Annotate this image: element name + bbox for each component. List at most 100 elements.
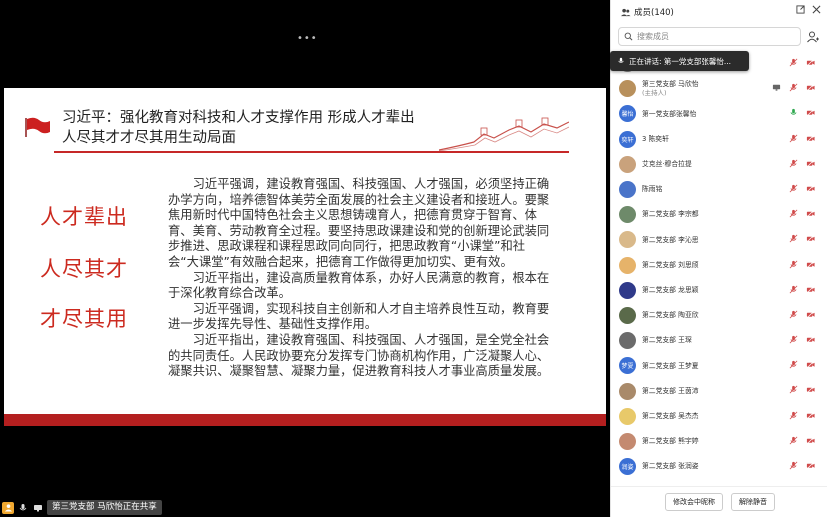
member-status-icons <box>789 234 815 243</box>
avatar: 润姿 <box>619 458 636 476</box>
avatar: 奕轩 <box>619 130 636 148</box>
camera-off-icon[interactable] <box>806 285 815 294</box>
camera-off-icon[interactable] <box>806 184 815 193</box>
member-status-icons <box>789 360 815 369</box>
microphone-icon[interactable] <box>789 310 798 319</box>
member-name: 第二党支部 刘思颀 <box>642 260 699 269</box>
screen-share-icon[interactable] <box>32 502 44 514</box>
panel-footer: 修改会中昵称 解除静音 <box>611 486 827 517</box>
member-row[interactable]: 第二党支部 王茵沛 <box>611 378 827 403</box>
member-name-block: 第二党支部 王梦夏 <box>642 362 699 371</box>
rename-button[interactable]: 修改会中昵称 <box>665 493 723 511</box>
unmute-button[interactable]: 解除静音 <box>731 493 775 511</box>
camera-off-icon[interactable] <box>806 58 815 67</box>
slide-title: 习近平：强化教育对科技和人才支撑作用 形成人才辈出 人尽其才才尽其用生动局面 <box>62 108 482 148</box>
camera-off-icon[interactable] <box>806 310 815 319</box>
member-row[interactable]: 第二党支部 熊宇婷 <box>611 429 827 454</box>
microphone-icon[interactable] <box>789 461 798 470</box>
stage-topbar <box>0 0 610 30</box>
member-name: 第二党支部 李宗都 <box>642 210 699 219</box>
search-icon <box>624 32 633 41</box>
member-name: 第二党支部 王梦夏 <box>642 361 699 370</box>
speaking-text: 正在讲话: 第一党支部张馨怡... <box>629 56 732 66</box>
member-row[interactable]: 第二党支部 李宗都 <box>611 202 827 227</box>
camera-off-icon[interactable] <box>806 134 815 143</box>
avatar <box>619 332 636 350</box>
member-name-block: 第二党支部 李宗都 <box>642 210 699 219</box>
invite-member-icon[interactable] <box>806 30 820 44</box>
microphone-icon[interactable] <box>789 108 798 117</box>
member-name: 第二党支部 熊宇婷 <box>642 437 699 446</box>
camera-off-icon[interactable] <box>806 260 815 269</box>
great-wall-illustration <box>439 117 569 152</box>
camera-off-icon[interactable] <box>806 209 815 218</box>
close-icon[interactable] <box>812 5 821 14</box>
member-row[interactable]: 第二党支部 陶亚欣 <box>611 303 827 328</box>
member-status-icons <box>789 159 815 168</box>
avatar <box>619 432 636 450</box>
member-row[interactable]: 第二党支部 李沁思 <box>611 227 827 252</box>
camera-off-icon[interactable] <box>806 234 815 243</box>
microphone-icon[interactable] <box>789 411 798 420</box>
microphone-icon[interactable] <box>789 360 798 369</box>
member-row[interactable]: 第二党支部 刘思颀 <box>611 253 827 278</box>
presenter-status: 第三党支部 马欣怡正在共享 <box>47 500 162 515</box>
member-name: 艾克丝·穆合拉提 <box>642 160 692 169</box>
camera-off-icon[interactable] <box>806 385 815 394</box>
member-name-block: 第二党支部 刘思颀 <box>642 261 699 270</box>
camera-off-icon[interactable] <box>806 411 815 420</box>
members-icon <box>620 8 631 16</box>
camera-off-icon[interactable] <box>806 83 815 92</box>
camera-off-icon[interactable] <box>806 461 815 470</box>
avatar <box>619 181 636 199</box>
member-name: 第二党支部 李沁思 <box>642 235 699 244</box>
camera-off-icon[interactable] <box>806 108 815 117</box>
member-role: (主持人) <box>642 88 667 97</box>
member-name-block: 3 陈奕轩 <box>642 135 669 144</box>
microphone-icon[interactable] <box>789 260 798 269</box>
member-name-block: 第一党支部张馨怡 <box>642 110 696 119</box>
member-row[interactable]: 艾克丝·穆合拉提 <box>611 152 827 177</box>
member-status-icons <box>789 436 815 445</box>
camera-off-icon[interactable] <box>806 360 815 369</box>
phrase-2: 人尽其才 <box>40 257 128 281</box>
member-row[interactable]: 第二党支部 王琛 <box>611 328 827 353</box>
member-row[interactable]: 陈雨铭 <box>611 177 827 202</box>
slide-body: 习近平强调，建设教育强国、科技强国、人才强国，必须坚持正确办学方向，培养德智体美… <box>168 177 556 380</box>
avatar <box>619 80 636 98</box>
popout-icon[interactable] <box>796 5 805 14</box>
member-row[interactable]: 梦夏 第二党支部 王梦夏 <box>611 353 827 378</box>
member-row[interactable]: 第二党支部 龙思颖 <box>611 278 827 303</box>
microphone-icon[interactable] <box>789 335 798 344</box>
camera-off-icon[interactable] <box>806 335 815 344</box>
member-status-icons <box>789 108 815 117</box>
microphone-icon[interactable] <box>789 159 798 168</box>
camera-off-icon[interactable] <box>806 436 815 445</box>
member-row[interactable]: 馨怡 第一党支部张馨怡 <box>611 101 827 126</box>
party-flag-icon <box>25 117 50 137</box>
microphone-icon[interactable] <box>789 58 798 67</box>
body-paragraph-4: 习近平指出，建设教育强国、科技强国、人才强国，是全党全社会的共同责任。人民政协要… <box>168 332 550 379</box>
microphone-icon[interactable] <box>789 385 798 394</box>
microphone-icon[interactable] <box>789 436 798 445</box>
more-options-icon[interactable]: ••• <box>297 33 318 44</box>
member-row[interactable]: 第三党支部 马欣怡 (主持人) <box>611 76 827 101</box>
camera-off-icon[interactable] <box>806 159 815 168</box>
user-icon <box>2 501 14 514</box>
microphone-icon[interactable] <box>17 502 29 514</box>
member-status-icons <box>789 184 815 193</box>
member-row[interactable]: 奕轩 3 陈奕轩 <box>611 127 827 152</box>
avatar <box>619 206 636 224</box>
search-input[interactable] <box>637 32 797 41</box>
search-box[interactable] <box>618 27 801 46</box>
member-row[interactable]: 润姿 第二党支部 张润姿 <box>611 454 827 479</box>
microphone-icon[interactable] <box>789 184 798 193</box>
microphone-icon[interactable] <box>789 134 798 143</box>
panel-controls <box>796 5 821 14</box>
microphone-icon[interactable] <box>789 285 798 294</box>
microphone-icon[interactable] <box>789 234 798 243</box>
microphone-icon[interactable] <box>789 209 798 218</box>
avatar <box>619 407 636 425</box>
member-row[interactable]: 第二党支部 吴杰杰 <box>611 404 827 429</box>
microphone-icon[interactable] <box>789 83 798 92</box>
